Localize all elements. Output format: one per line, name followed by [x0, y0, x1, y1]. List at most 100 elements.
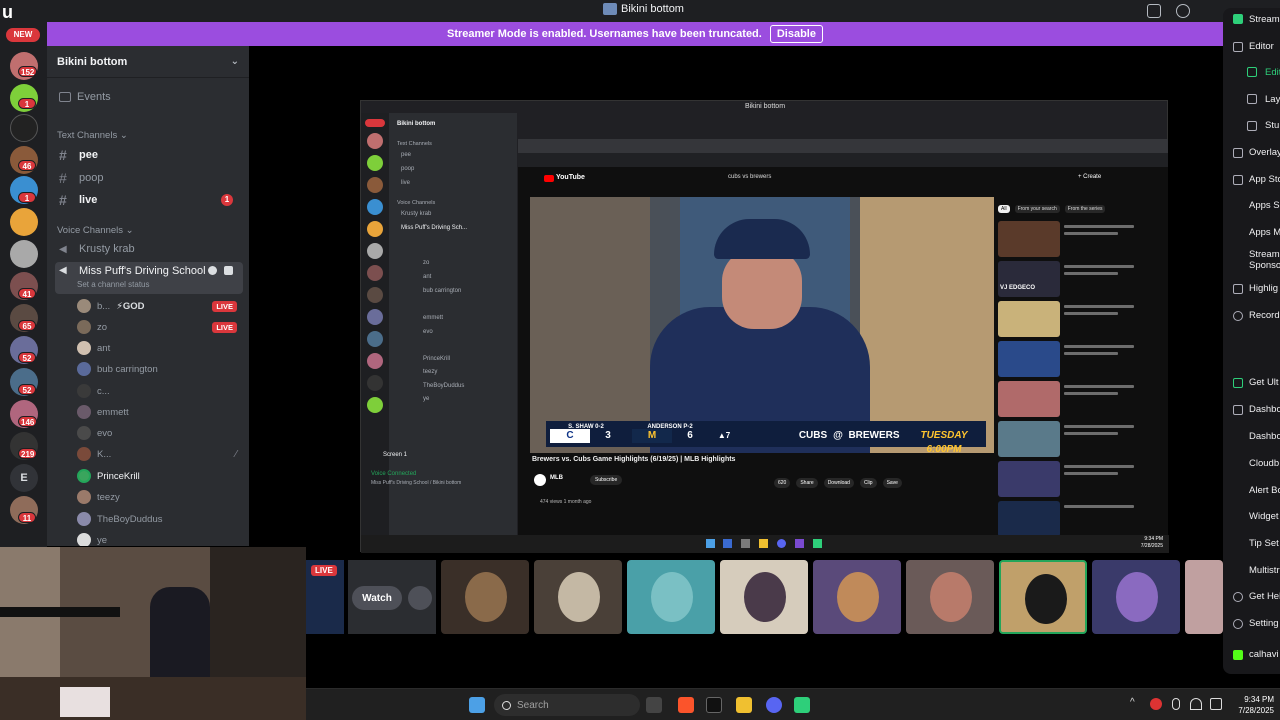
- voice-user[interactable]: evo: [77, 423, 247, 443]
- avatar: [77, 405, 91, 419]
- menu-dashboard[interactable]: Dashbo: [1249, 404, 1280, 415]
- help-icon[interactable]: [1176, 4, 1190, 18]
- recommended-thumb[interactable]: [998, 461, 1060, 497]
- app-icon[interactable]: [706, 697, 722, 713]
- voice-user[interactable]: ye: [77, 530, 247, 546]
- participant-tile[interactable]: [813, 560, 901, 634]
- channel-pee[interactable]: # pee: [55, 145, 243, 165]
- menu-layout[interactable]: Lay: [1265, 94, 1280, 105]
- menu-tip-settings[interactable]: Tip Set: [1249, 538, 1279, 549]
- server-icon-7[interactable]: [10, 240, 38, 268]
- events-item[interactable]: Events: [55, 87, 243, 107]
- zoom-icon[interactable]: [408, 586, 432, 610]
- avatar: [465, 572, 507, 622]
- disable-streamer-mode-button[interactable]: Disable: [769, 25, 823, 43]
- taskbar-clock[interactable]: 9:34 PM 7/28/2025: [1238, 694, 1274, 716]
- streamlabs-icon[interactable]: [794, 697, 810, 713]
- wifi-icon[interactable]: [1190, 698, 1202, 710]
- voice-user[interactable]: b... ⚡GOD LIVE: [77, 296, 247, 316]
- network-icon[interactable]: [1150, 698, 1162, 710]
- menu-stream-sponsor[interactable]: Stream Sponso: [1249, 249, 1280, 271]
- nested-server-icon: [367, 199, 383, 215]
- voice-user[interactable]: bub carrington: [77, 359, 247, 379]
- new-badge: NEW: [6, 28, 40, 42]
- menu-highlight[interactable]: Highlig: [1249, 283, 1278, 294]
- participant-tile-partial[interactable]: [1185, 560, 1223, 634]
- participant-tile[interactable]: [1092, 560, 1180, 634]
- recommended-thumb[interactable]: [998, 301, 1060, 337]
- text-channels-category[interactable]: Text Channels ⌄: [57, 130, 128, 141]
- participant-tile-speaking[interactable]: [999, 560, 1087, 634]
- menu-recording[interactable]: Recordi: [1249, 310, 1280, 321]
- menu-studio[interactable]: Stu: [1265, 120, 1279, 131]
- menu-settings[interactable]: Setting: [1249, 618, 1279, 629]
- menu-get-ultra[interactable]: Get Ult: [1249, 377, 1279, 388]
- voice-user[interactable]: ant: [77, 338, 247, 358]
- channel-avatar: [534, 474, 546, 486]
- nested-server-icon: [367, 287, 383, 303]
- menu-account[interactable]: calhavi: [1249, 649, 1279, 660]
- file-explorer-icon[interactable]: [736, 697, 752, 713]
- voice-user[interactable]: TheBoyDuddus: [77, 509, 247, 529]
- menu-editor[interactable]: Editor: [1249, 41, 1274, 52]
- menu-get-help[interactable]: Get Hel: [1249, 591, 1280, 602]
- menu-multistream[interactable]: Multistr: [1249, 565, 1280, 576]
- recommended-thumb[interactable]: [998, 421, 1060, 457]
- voice-channels-category[interactable]: Voice Channels ⌄: [57, 225, 134, 236]
- watch-stream-tile[interactable]: Watch: [348, 560, 436, 634]
- participant-tile[interactable]: [441, 560, 529, 634]
- menu-apps-m[interactable]: Apps M: [1249, 227, 1280, 238]
- recommended-thumb[interactable]: [998, 501, 1060, 537]
- server-icon-letter[interactable]: E: [10, 464, 38, 492]
- participant-tile[interactable]: [627, 560, 715, 634]
- menu-stream[interactable]: Stream: [1249, 14, 1280, 25]
- voice-channel-krusty-krab[interactable]: ◀ Krusty krab: [55, 239, 243, 259]
- taskbar-search[interactable]: Search: [494, 694, 640, 716]
- task-view-icon[interactable]: [646, 697, 662, 713]
- participant-tile[interactable]: [720, 560, 808, 634]
- channel-live[interactable]: # live 1: [55, 190, 243, 210]
- voice-user[interactable]: PrinceKrill: [77, 466, 247, 486]
- menu-app-store[interactable]: App Sto: [1249, 174, 1280, 185]
- subscribe-button[interactable]: Subscribe: [590, 475, 623, 485]
- watch-button[interactable]: Watch: [352, 586, 402, 610]
- server-header[interactable]: Bikini bottom ⌄: [47, 46, 249, 78]
- youtube-video-player[interactable]: S. SHAW 0-2 C 3 ANDERSON P-2 M 6 ▲7 CUBS…: [530, 197, 994, 453]
- menu-widgets[interactable]: Widget: [1249, 511, 1279, 522]
- speaker-icon[interactable]: [1210, 698, 1222, 710]
- recommended-thumb[interactable]: [998, 381, 1060, 417]
- invite-icon[interactable]: [224, 266, 233, 275]
- chat-icon[interactable]: [208, 266, 217, 275]
- start-icon[interactable]: [469, 697, 485, 713]
- voice-user[interactable]: zo LIVE: [77, 317, 247, 337]
- recommended-thumb[interactable]: [998, 341, 1060, 377]
- menu-alert-box[interactable]: Alert Bo: [1249, 485, 1280, 496]
- voice-user[interactable]: teezy: [77, 487, 247, 507]
- participant-tile[interactable]: [906, 560, 994, 634]
- menu-editor-sub[interactable]: Editor: [1265, 67, 1280, 78]
- server-icon-6[interactable]: [10, 208, 38, 236]
- chevron-up-icon[interactable]: ^: [1130, 697, 1135, 708]
- nested-server-icon: [367, 353, 383, 369]
- channel-status[interactable]: Set a channel status: [77, 280, 150, 289]
- discord-icon[interactable]: [766, 697, 782, 713]
- avatar: [77, 512, 91, 526]
- inbox-icon[interactable]: [1147, 4, 1161, 18]
- recommended-thumb[interactable]: VJ EDGECO: [998, 261, 1060, 297]
- brave-icon[interactable]: [678, 697, 694, 713]
- menu-dashboard-sub[interactable]: Dashbo: [1249, 431, 1280, 442]
- menu-apps-s[interactable]: Apps S: [1249, 200, 1280, 211]
- channel-poop[interactable]: # poop: [55, 168, 243, 188]
- participant-tile[interactable]: [534, 560, 622, 634]
- recommended-thumb[interactable]: [998, 221, 1060, 257]
- screen-share-video[interactable]: Bikini bottom Bikini bottom Text Channel…: [360, 100, 1169, 553]
- mic-icon[interactable]: [1172, 698, 1180, 710]
- menu-overlay[interactable]: Overlay: [1249, 147, 1280, 158]
- server-icon-3[interactable]: [10, 114, 38, 142]
- voice-user[interactable]: K... ⁄: [77, 444, 247, 464]
- windows-taskbar: Search ^ 9:34 PM 7/28/2025: [306, 688, 1280, 720]
- voice-channel-miss-puffs[interactable]: ◀ Miss Puff's Driving School Set a chann…: [55, 262, 243, 294]
- voice-user[interactable]: emmett: [77, 402, 247, 422]
- menu-cloudbot[interactable]: Cloudb: [1249, 458, 1279, 469]
- voice-user[interactable]: c...: [77, 381, 247, 401]
